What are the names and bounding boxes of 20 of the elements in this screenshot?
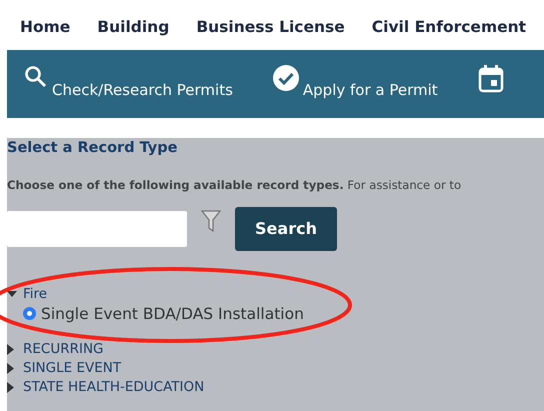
tree-node-label[interactable]: Fire (23, 284, 48, 304)
search-field[interactable] (7, 210, 187, 247)
tree-node-label[interactable]: SINGLE EVENT (23, 358, 122, 378)
search-button[interactable]: Search (235, 206, 337, 251)
nav-link[interactable]: Home (20, 16, 70, 40)
filter-icon[interactable] (201, 208, 221, 233)
tree-node-label[interactable]: STATE HEALTH-EDUCATION (23, 378, 204, 397)
nav-link[interactable]: Civil Enforcement (372, 16, 526, 40)
radio-selected-icon[interactable] (23, 307, 36, 320)
check-circle-icon (272, 65, 299, 91)
search-icon (24, 65, 48, 89)
instructions-text: Choose one of the following available record types. For assistance or to (7, 177, 462, 194)
nav-link[interactable]: Business License (196, 16, 345, 40)
tree-node-label[interactable]: RECURRING (23, 340, 104, 359)
toolbar-link[interactable]: Apply for a Permit (272, 65, 438, 118)
panel-title: Select a Record Type (7, 139, 178, 158)
nav-link[interactable]: Building (97, 16, 170, 40)
toolbar-link[interactable]: Check/Research Permits (24, 65, 233, 118)
record-type-option[interactable]: Single Event BDA/DAS Installation (41, 304, 304, 324)
expanded-caret-icon[interactable] (7, 290, 17, 298)
